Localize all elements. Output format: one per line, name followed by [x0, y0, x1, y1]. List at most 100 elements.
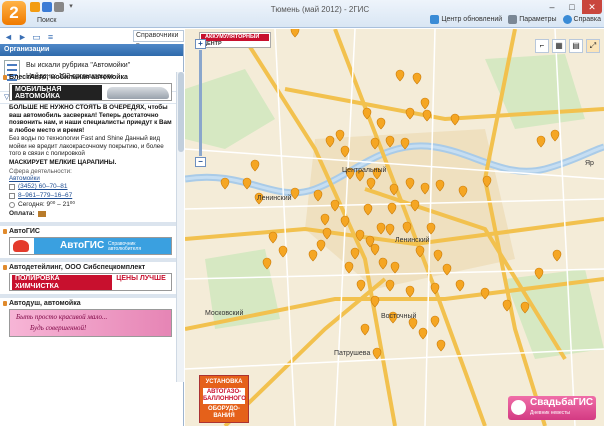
phone-row: (3452) 60–70–81 — [0, 182, 176, 191]
map-pin-icon[interactable] — [418, 327, 428, 340]
map-pin-icon[interactable] — [420, 97, 430, 110]
list-item[interactable]: АвтоГИС АвтоГИС Справочник автолюбителя — [0, 226, 176, 262]
firm-banner[interactable]: ПОЛИРОВКА ХИМЧИСТКА ЦЕНЫ ЛУЧШЕ — [9, 273, 172, 291]
updates-center-button[interactable]: Центр обновлений — [430, 15, 502, 24]
map-pin-icon[interactable] — [550, 129, 560, 142]
gear-icon — [508, 15, 518, 24]
activity-label: Сфера деятельности: — [9, 168, 72, 175]
map-pin-icon[interactable] — [220, 177, 230, 190]
map-pin-icon[interactable] — [372, 347, 382, 360]
map-pin-icon[interactable] — [450, 113, 460, 126]
directories-select[interactable]: Справочники ▾ — [133, 30, 184, 49]
banner-text: Будь совершенной! — [30, 324, 87, 332]
map-pin-icon[interactable] — [430, 315, 440, 328]
banner-text: ПОЛИРОВКА — [12, 275, 112, 283]
map-pin-icon[interactable] — [344, 261, 354, 274]
activity-link[interactable]: Автомойки — [0, 175, 176, 182]
map-pin-icon[interactable] — [480, 287, 490, 300]
save-icon[interactable] — [42, 2, 52, 12]
map-pin-icon[interactable] — [395, 69, 405, 82]
map-pin-icon[interactable] — [536, 135, 546, 148]
district-label: Ленинский — [395, 237, 430, 244]
banner-text: ЦЕНЫ ЛУЧШЕ — [116, 275, 166, 282]
banner-text: УСТАНОВКА — [205, 379, 243, 385]
hours-text: Сегодня: 9⁰⁰ – 21⁰⁰ — [18, 201, 76, 208]
phone-link[interactable]: (3452) 60–70–81 — [18, 182, 68, 191]
zoom-out-button[interactable]: − — [195, 157, 206, 167]
list-view-icon[interactable]: ≡ — [45, 32, 56, 42]
promo-banner-right[interactable]: СвадьбаГИС Дневник невесты — [508, 396, 596, 420]
firm-name[interactable]: АвтоГИС — [0, 226, 176, 235]
ruler-icon[interactable]: ⌐ — [535, 39, 549, 53]
help-icon — [562, 15, 572, 24]
banner-subtitle: Дневник невесты — [530, 410, 571, 416]
back-arrow-icon[interactable]: ◄ — [3, 32, 14, 42]
map-pin-icon[interactable] — [436, 339, 446, 352]
map-pin-icon[interactable] — [290, 187, 300, 200]
map-pin-icon[interactable] — [422, 109, 432, 122]
tab-search[interactable]: Поиск — [37, 17, 56, 24]
promo-banner-left[interactable]: УСТАНОВКА АВТОГАЗО-БАЛЛОННОГО ОБОРУДО-ВА… — [199, 375, 249, 423]
banner-title: СвадьбаГИС — [530, 397, 594, 408]
map-pin-icon[interactable] — [316, 239, 326, 252]
map-canvas[interactable] — [185, 29, 604, 426]
list-item[interactable]: Автодуш, автомойка Быть просто красивой … — [0, 298, 176, 337]
maximize-button[interactable]: □ — [562, 0, 582, 14]
banner-subtitle: Справочник автолюбителя — [108, 241, 142, 252]
firm-banner[interactable]: АвтоГИС Справочник автолюбителя — [9, 237, 172, 255]
refresh-icon — [430, 15, 440, 24]
help-button[interactable]: Справка — [562, 15, 601, 24]
map-pin-icon[interactable] — [360, 323, 370, 336]
map-pin-icon[interactable] — [405, 107, 415, 120]
map-pin-icon[interactable] — [552, 249, 562, 262]
minimize-button[interactable]: – — [542, 0, 562, 14]
map-pin-icon[interactable] — [250, 159, 260, 172]
district-label: Патрушева — [334, 350, 371, 357]
scrollbar-thumb[interactable] — [178, 72, 184, 152]
map-pin-icon[interactable] — [308, 249, 318, 262]
zoom-in-button[interactable]: + — [195, 39, 206, 49]
layers-icon[interactable]: ▦ — [552, 39, 566, 53]
split-view-icon[interactable]: ▭ — [31, 32, 42, 42]
map-pin-icon[interactable] — [455, 279, 465, 292]
district-label: Ленинский — [257, 195, 292, 202]
map-pin-icon[interactable] — [356, 279, 366, 292]
map-pin-icon[interactable] — [412, 72, 422, 85]
firm-banner[interactable]: Быть просто красивой мало... Будь соверш… — [9, 309, 172, 337]
list-item[interactable]: Автодетейлинг, ООО Сибспецкомплект ПОЛИР… — [0, 262, 176, 298]
dropdown-arrow-icon[interactable]: ▾ — [66, 2, 76, 12]
car-logo-icon — [13, 240, 29, 252]
firm-name[interactable]: Автодетейлинг, ООО Сибспецкомплект — [0, 262, 176, 271]
district-label: Яр — [585, 160, 594, 167]
map-pin-icon[interactable] — [376, 117, 386, 130]
district-label: Центральный — [342, 167, 387, 174]
folder-icon[interactable] — [30, 2, 40, 12]
print-icon[interactable] — [54, 2, 64, 12]
firm-name[interactable]: БлескАвто, мобильная автомойка — [0, 72, 176, 81]
map-view[interactable]: АККУМУЛЯТОРНЫЙ ЦЕНТР + − ⌐ ▦ ▤ ⤢ Централ… — [185, 29, 604, 426]
map-tools: ⌐ ▦ ▤ ⤢ — [535, 39, 600, 53]
window-title: Тюмень (май 2012) - 2ГИС — [270, 5, 370, 14]
payment-label: Оплата: — [9, 210, 35, 217]
close-button[interactable]: ✕ — [582, 0, 602, 14]
banner-text: АВТОГАЗО-БАЛЛОННОГО — [203, 388, 246, 404]
app-logo-icon[interactable]: 2 — [2, 1, 26, 25]
top-banner-ad[interactable]: АККУМУЛЯТОРНЫЙ ЦЕНТР — [199, 32, 271, 48]
firm-banner[interactable]: МОБИЛЬНАЯ АВТОМОЙКА — [9, 83, 172, 101]
ad-text-bold: БОЛЬШЕ НЕ НУЖНО СТОЯТЬ В ОЧЕРЕДЯХ, чтобы… — [9, 104, 172, 134]
results-scrollbar[interactable] — [176, 72, 184, 382]
fullscreen-icon[interactable]: ⤢ — [586, 39, 600, 53]
firm-name[interactable]: Автодуш, автомойка — [0, 298, 176, 307]
print-map-icon[interactable]: ▤ — [569, 39, 583, 53]
map-pin-icon[interactable] — [268, 231, 278, 244]
settings-button[interactable]: Параметры — [508, 15, 557, 24]
zoom-slider[interactable] — [199, 50, 202, 156]
phone-link[interactable]: 8–961–779–16–67 — [18, 191, 72, 200]
map-pin-icon[interactable] — [385, 279, 395, 292]
results-list[interactable]: БлескАвто, мобильная автомойка МОБИЛЬНАЯ… — [0, 72, 176, 382]
map-pin-icon[interactable] — [405, 285, 415, 298]
banner-text: Быть просто красивой мало... — [16, 313, 108, 321]
list-item[interactable]: БлескАвто, мобильная автомойка МОБИЛЬНАЯ… — [0, 72, 176, 226]
forward-arrow-icon[interactable]: ► — [17, 32, 28, 42]
map-pin-icon[interactable] — [290, 29, 300, 38]
